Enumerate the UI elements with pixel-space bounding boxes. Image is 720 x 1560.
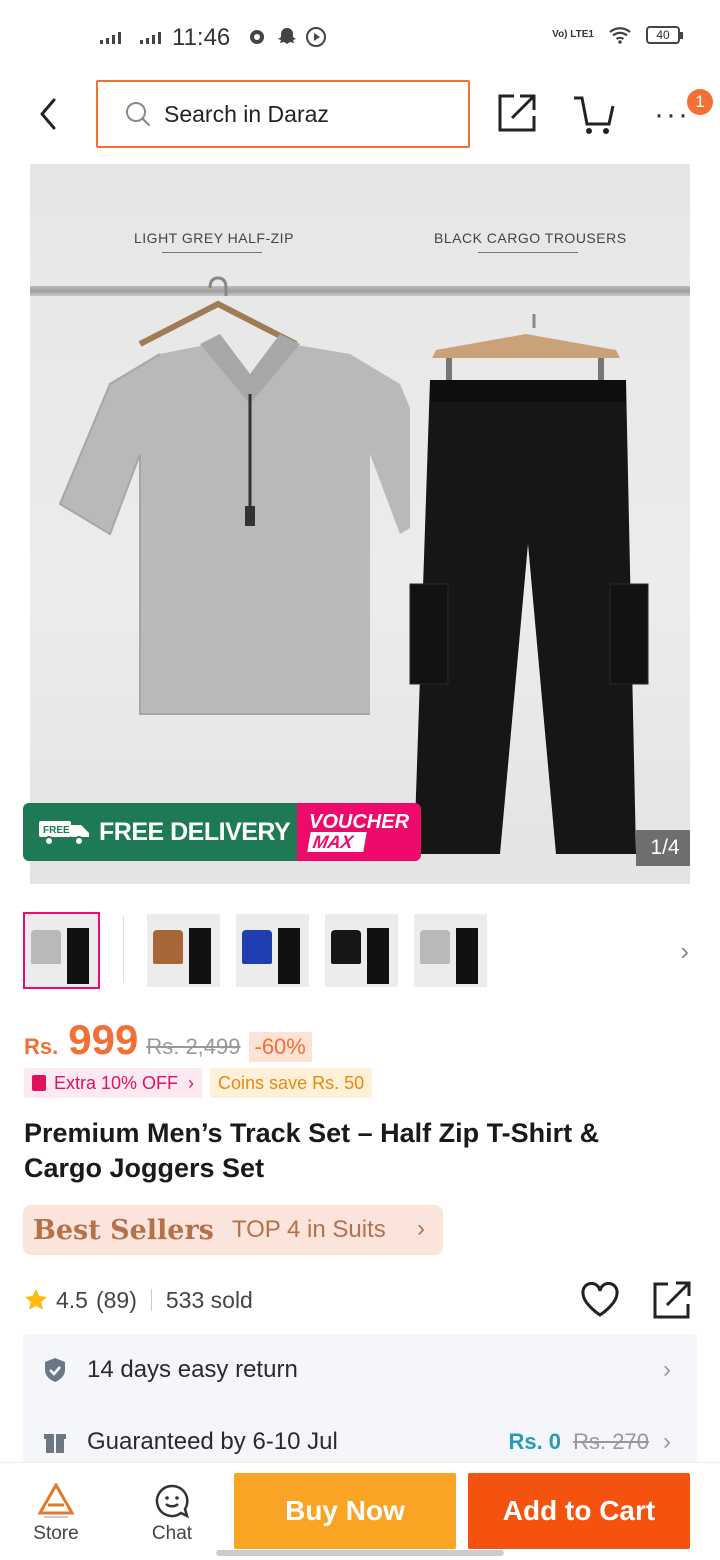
rating-count: (89) <box>95 1286 137 1313</box>
chevron-right-icon[interactable]: › <box>680 936 689 967</box>
star-icon <box>25 1289 47 1310</box>
store-label: Store <box>33 1523 79 1544</box>
chevron-right-icon: › <box>417 1215 425 1242</box>
thumbnail-black[interactable] <box>325 914 398 987</box>
chevron-right-icon: › <box>188 1072 195 1093</box>
thumbnail-shirt <box>242 930 272 964</box>
easy-return-label: 14 days easy return <box>87 1356 298 1383</box>
chat-button[interactable]: Chat <box>132 1481 212 1545</box>
back-arrow-icon[interactable] <box>34 94 64 134</box>
thumbnail-shirt <box>153 930 183 964</box>
top-app-bar: Search in Daraz ··· <box>0 76 720 162</box>
free-tag-text: FREE <box>43 825 70 836</box>
cart-badge: 1 <box>687 89 713 115</box>
bottom-action-bar: Store Chat Buy Now Add to Cart <box>0 1462 720 1560</box>
extra-discount-label: Extra 10% OFF <box>54 1072 179 1093</box>
price-original: Rs. 2,499 <box>146 1034 241 1059</box>
youtube-icon <box>306 27 326 47</box>
best-sellers-rank: TOP 4 in Suits <box>231 1216 386 1243</box>
chat-label: Chat <box>151 1523 193 1544</box>
status-bar: 11:46 Vo) LTE1 40 <box>0 0 720 76</box>
image-counter: 1/4 <box>636 830 690 866</box>
delivery-truck-icon: FREE <box>39 821 89 846</box>
thumbnail-shirt <box>420 930 450 964</box>
more-options-icon[interactable]: ··· <box>654 98 690 132</box>
search-input[interactable]: Search in Daraz <box>96 80 470 148</box>
price-currency: Rs. <box>24 1034 59 1059</box>
gear-icon <box>250 30 264 44</box>
image-label-right: BLACK CARGO TROUSERS <box>434 230 627 246</box>
thumbnail-blue[interactable] <box>236 914 309 987</box>
search-icon <box>126 102 150 126</box>
price-block: Rs. 999 Rs. 2,499 -60% <box>24 1016 312 1066</box>
status-time: 11:46 <box>172 24 231 51</box>
snapchat-icon <box>278 28 296 44</box>
chevron-right-icon: › <box>663 1428 671 1455</box>
easy-return-row[interactable]: 14 days easy return › <box>23 1350 697 1390</box>
delivery-fee: Rs. 0 Rs. 270 <box>508 1429 649 1455</box>
share-icon[interactable] <box>652 1280 692 1320</box>
signal-icon <box>140 32 161 44</box>
image-label-left: LIGHT GREY HALF-ZIP <box>134 230 294 246</box>
volte-indicator: Vo) LTE1 <box>552 29 594 40</box>
product-image[interactable]: LIGHT GREY HALF-ZIP BLACK CARGO TROUSERS… <box>30 164 690 884</box>
sold-count: 533 sold <box>165 1286 253 1313</box>
coins-label: Coins save Rs. 50 <box>218 1072 365 1093</box>
delivery-guarantee-label: Guaranteed by 6-10 Jul <box>87 1428 338 1455</box>
battery-indicator: 40 <box>646 26 683 44</box>
free-delivery-voucher-banner: FREE FREE DELIVERY VOUCHER MAX <box>23 803 421 861</box>
voucher-max-label: MAX <box>307 832 367 852</box>
best-sellers-label: Best Sellers <box>33 1214 214 1246</box>
share-icon[interactable] <box>496 92 538 134</box>
price-current: 999 <box>68 1016 139 1063</box>
voucher-tag-icon <box>32 1075 46 1091</box>
coins-chip[interactable]: Coins save Rs. 50 <box>210 1068 373 1098</box>
voucher-label: VOUCHER <box>309 811 410 833</box>
store-logo-icon <box>37 1483 75 1518</box>
thumbnail-shirt <box>31 930 61 964</box>
thumbnail-grey[interactable] <box>23 912 100 989</box>
store-button[interactable]: Store <box>16 1481 96 1545</box>
thumbnail-brown[interactable] <box>147 914 220 987</box>
rating-row[interactable]: 4.5 (89) 533 sold <box>24 1284 253 1316</box>
thumbnail-shirt <box>331 930 361 964</box>
black-cargo-trousers-illustration <box>409 314 649 854</box>
heart-icon[interactable] <box>580 1282 620 1318</box>
thumbnail-strip: › <box>23 912 703 990</box>
gift-box-icon <box>44 1434 66 1453</box>
gesture-home-bar[interactable] <box>216 1550 504 1556</box>
add-to-cart-button[interactable]: Add to Cart <box>468 1473 690 1549</box>
product-title: Premium Men’s Track Set – Half Zip T-Shi… <box>24 1118 600 1183</box>
discount-badge: -60% <box>248 1032 312 1062</box>
best-sellers-banner[interactable]: Best Sellers TOP 4 in Suits › <box>23 1205 443 1255</box>
grey-half-zip-shirt-illustration <box>58 276 410 715</box>
chat-icon <box>155 1484 189 1519</box>
buy-now-button[interactable]: Buy Now <box>234 1473 456 1549</box>
delivery-fee-was: Rs. 270 <box>573 1429 649 1454</box>
service-info-panel: 14 days easy return › Guaranteed by 6-10… <box>23 1334 697 1466</box>
thumbnail-grey-alt[interactable] <box>414 914 487 987</box>
cart-icon[interactable] <box>572 94 618 136</box>
delivery-guarantee-row[interactable]: Guaranteed by 6-10 Jul Rs. 0 Rs. 270 › <box>23 1422 697 1462</box>
delivery-fee-now: Rs. 0 <box>508 1429 562 1454</box>
search-placeholder: Search in Daraz <box>164 100 329 127</box>
extra-discount-chip[interactable]: Extra 10% OFF › <box>24 1068 203 1098</box>
shield-check-icon <box>45 1358 65 1382</box>
wifi-icon <box>609 27 631 44</box>
rating-score: 4.5 <box>56 1286 88 1313</box>
signal-icon <box>100 32 121 44</box>
free-delivery-label: FREE DELIVERY <box>99 817 291 846</box>
promo-chips: Extra 10% OFF › Coins save Rs. 50 <box>24 1068 373 1098</box>
chevron-right-icon: › <box>663 1356 671 1383</box>
